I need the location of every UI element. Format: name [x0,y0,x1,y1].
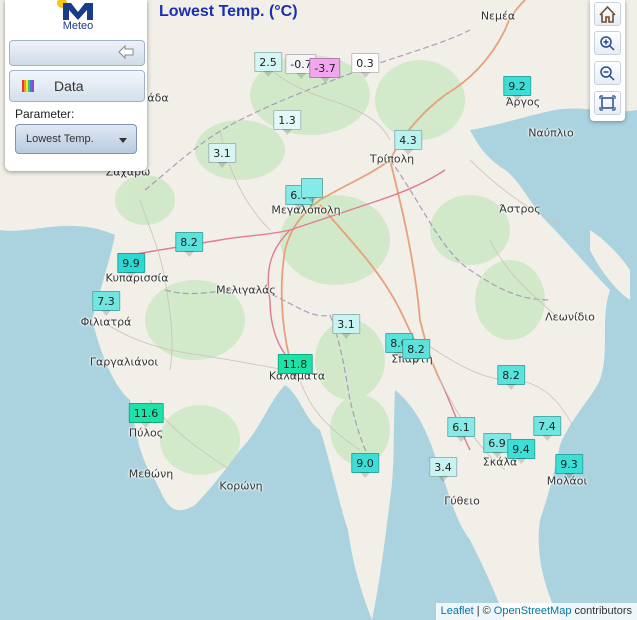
map-toolbar [590,0,625,121]
place-label: Κορώνη [219,479,263,493]
fullscreen-icon [599,95,616,111]
station-marker[interactable]: 9.0 [351,453,379,478]
logo-text: Meteo [62,20,94,32]
chevron-down-icon [119,138,127,143]
station-marker[interactable]: 11.6 [128,403,164,428]
station-marker[interactable]: 3.1 [208,143,236,168]
leaflet-link[interactable]: Leaflet [441,605,474,617]
meteo-logo[interactable]: Meteo [55,0,101,34]
zoom-in-icon [600,36,615,51]
station-marker[interactable]: 7.3 [92,291,120,316]
station-marker[interactable]: 8.2 [402,339,430,364]
place-label: Πύλος [128,426,164,440]
attribution-contributors: contributors [574,605,632,617]
station-marker[interactable]: 3.4 [429,457,457,482]
zoom-out-button[interactable] [594,61,621,85]
place-label: Ναύπλιο [528,126,574,140]
parameter-select[interactable]: Lowest Temp. [15,124,137,154]
station-marker[interactable]: 7.4 [533,416,561,441]
place-label: Άργος [505,95,541,109]
place-label: Μελιγαλάς [216,283,276,297]
home-icon [599,5,616,23]
station-marker[interactable] [301,178,323,203]
place-label: Γύθειο [444,494,480,508]
station-marker[interactable]: 9.9 [117,253,145,278]
map-attribution: Leaflet | © OpenStreetMap contributors [435,603,637,620]
place-label: Μεθώνη [128,467,174,481]
place-label: Λεωνίδιο [545,310,595,324]
station-marker[interactable]: 11.8 [277,354,313,379]
page-title: Lowest Temp. (°C) [159,3,298,20]
collapse-panel-button[interactable] [9,40,145,66]
parameter-select-value: Lowest Temp. [26,133,94,145]
control-panel: Meteo Data Parameter: Lowest Temp. [5,0,147,171]
fullscreen-button[interactable] [594,91,621,115]
parameter-label: Parameter: [15,107,75,121]
station-marker[interactable]: 9.2 [503,76,531,101]
data-button-label: Data [54,78,84,94]
home-button[interactable] [594,2,621,26]
zoom-in-button[interactable] [594,31,621,55]
station-marker[interactable]: 8.2 [175,232,203,257]
station-marker[interactable]: 8.2 [497,365,525,390]
osm-link[interactable]: OpenStreetMap [494,605,572,617]
station-marker[interactable]: 9.4 [507,439,535,464]
station-marker[interactable]: 0.3 [351,53,379,78]
station-marker[interactable]: 6.1 [447,417,475,442]
station-marker[interactable]: 1.3 [273,110,301,135]
station-marker[interactable]: -3.7 [309,58,341,83]
station-marker[interactable]: 3.1 [332,314,360,339]
station-marker[interactable]: 2.5 [254,52,282,77]
place-label: Φιλιατρά [80,315,132,329]
station-marker[interactable]: 4.3 [394,130,422,155]
station-marker[interactable]: 9.3 [555,454,583,479]
rainbow-data-icon [22,80,34,92]
data-button[interactable]: Data [9,70,145,102]
arrow-left-icon [118,45,134,59]
place-label: Άστρος [499,202,541,216]
place-label: Γαργαλιάνοι [89,355,159,369]
place-label: Νεμέα [480,9,516,23]
zoom-out-icon [600,66,615,81]
meteo-logo-icon [57,0,93,20]
attribution-separator: | © [476,605,491,617]
